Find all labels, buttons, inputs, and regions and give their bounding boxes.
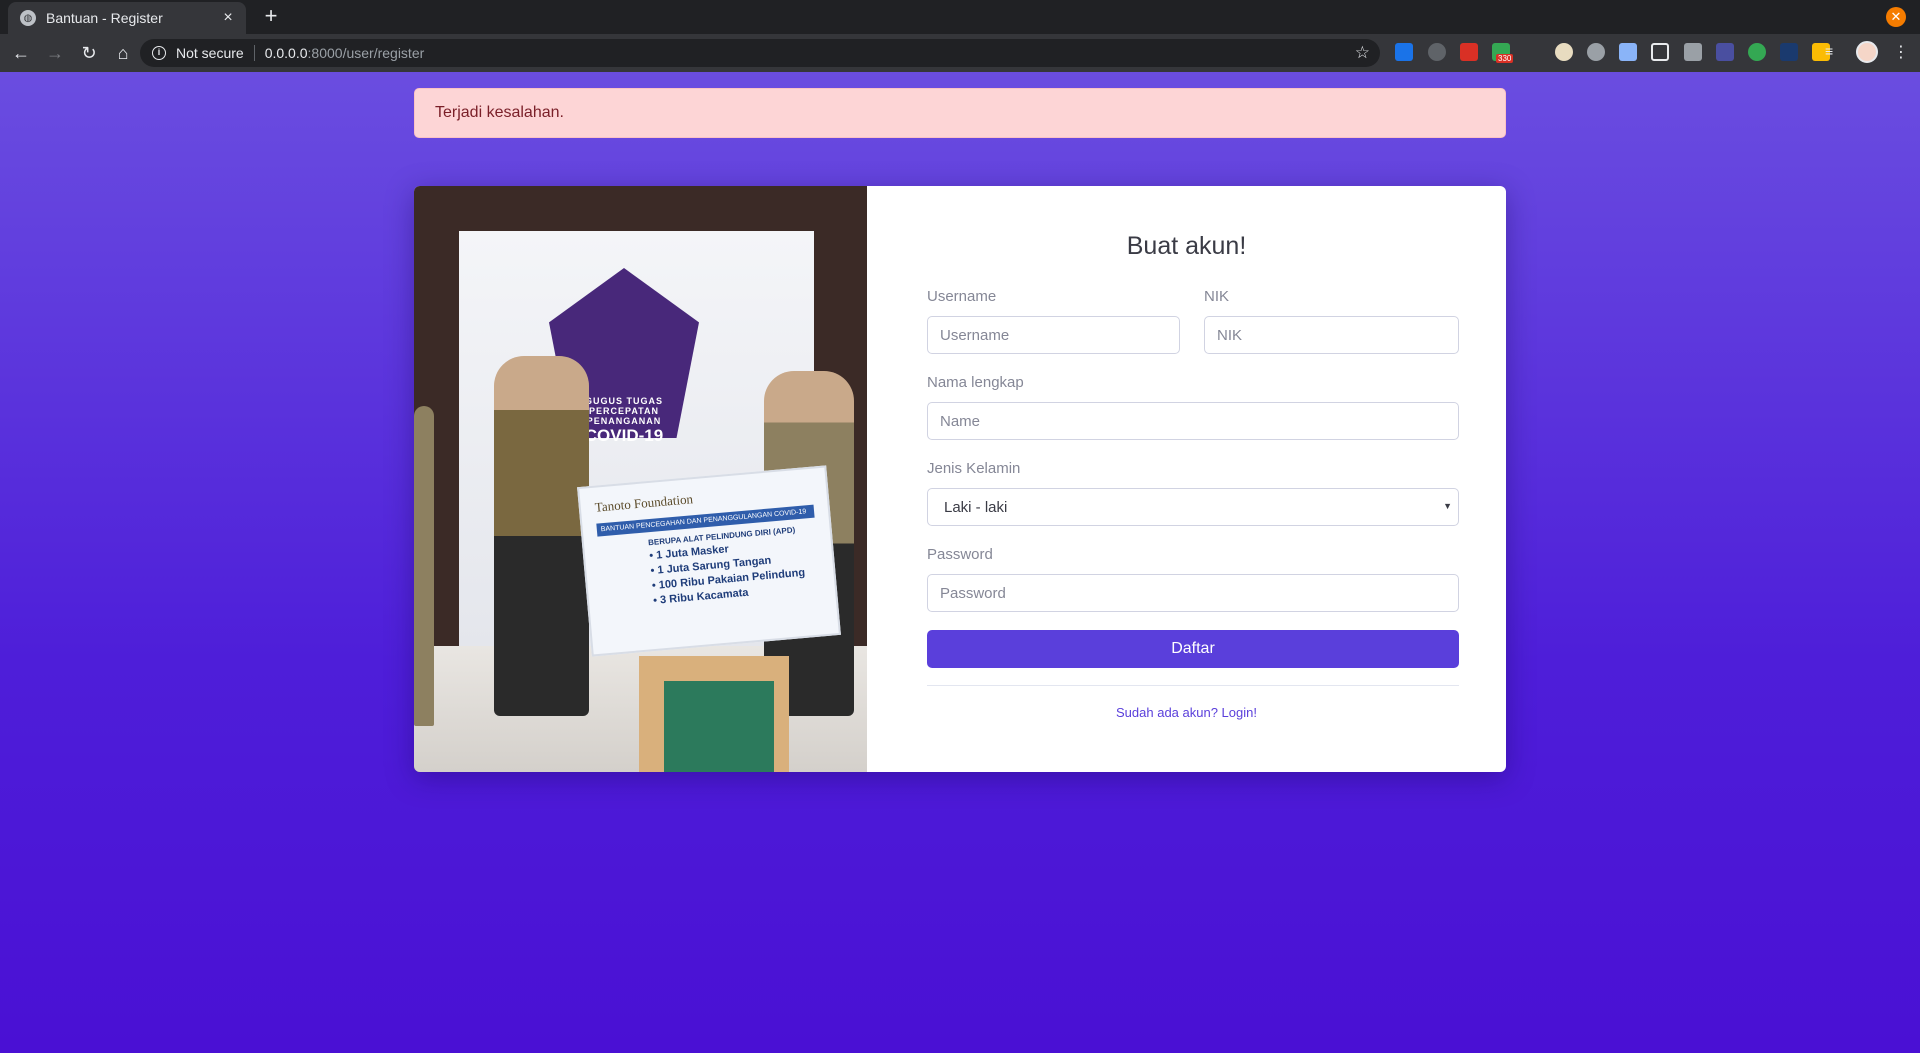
home-icon[interactable]: ⌂ [110, 40, 136, 66]
menu-icon[interactable]: ⋮ [1893, 42, 1909, 62]
security-label: Not secure [176, 45, 244, 61]
page-background: Terjadi kesalahan. GUGUS TUGAS PERCEPATA… [0, 72, 1920, 1053]
extension-eye-icon[interactable] [1748, 43, 1766, 61]
extension-php-icon[interactable] [1716, 43, 1734, 61]
name-input[interactable] [927, 402, 1459, 440]
browser-tab[interactable]: ◍ Bantuan - Register × [8, 2, 246, 34]
extension-pen-icon[interactable] [1619, 43, 1637, 61]
address-bar[interactable]: i Not secure 0.0.0.0:8000/user/register … [140, 39, 1380, 67]
emblem-title: GUGUS TUGAS PERCEPATAN PENANGANAN [584, 396, 663, 426]
browser-tab-bar: ◍ Bantuan - Register × + ✕ [0, 0, 1920, 34]
globe-icon: ◍ [20, 10, 36, 26]
form-title: Buat akun! [1126, 232, 1247, 260]
username-label: Username [927, 288, 997, 305]
extension-crop-icon[interactable] [1651, 43, 1669, 61]
error-alert: Terjadi kesalahan. [414, 88, 1506, 138]
person-left [494, 356, 589, 716]
extension-terminal-icon[interactable] [1780, 43, 1798, 61]
caret-down-icon: ▼ [1443, 501, 1452, 511]
reading-list-icon[interactable]: ≡ [1825, 43, 1843, 61]
info-icon[interactable]: i [152, 46, 166, 60]
extension-camera-icon[interactable] [1684, 43, 1702, 61]
extension-badge: 330 [1496, 54, 1514, 63]
forward-icon[interactable]: → [42, 40, 68, 66]
form-divider [927, 685, 1459, 686]
tab-title: Bantuan - Register [46, 10, 163, 26]
new-tab-button[interactable]: + [259, 5, 283, 29]
nik-input[interactable] [1204, 316, 1459, 354]
url-host: 0.0.0.0 [264, 45, 308, 61]
reload-icon[interactable]: ↻ [76, 40, 102, 66]
gender-select[interactable]: Laki - laki ▼ [927, 488, 1459, 526]
nik-label: NIK [1204, 288, 1230, 305]
register-form: Buat akun! Username NIK Nama lengkap Jen… [867, 186, 1506, 772]
extension-react-icon[interactable] [1428, 43, 1446, 61]
register-button[interactable]: Daftar [927, 630, 1459, 668]
divider [253, 45, 255, 61]
gender-value: Laki - laki [944, 498, 1008, 516]
window-close-button[interactable]: ✕ [1886, 7, 1906, 27]
profile-avatar[interactable] [1856, 41, 1878, 63]
box-label [664, 681, 774, 772]
bookmark-star-icon[interactable]: ☆ [1355, 43, 1370, 63]
register-card: GUGUS TUGAS PERCEPATAN PENANGANAN COVID-… [414, 186, 1506, 772]
login-link[interactable]: Sudah ada akun? Login! [867, 705, 1506, 720]
donation-sign: Tanoto Foundation BANTUAN PENCEGAHAN DAN… [577, 465, 841, 657]
extension-cookie-icon[interactable] [1555, 43, 1573, 61]
extension-s-icon[interactable] [1395, 43, 1413, 61]
hero-photo: GUGUS TUGAS PERCEPATAN PENANGANAN COVID-… [414, 186, 867, 772]
password-input[interactable] [927, 574, 1459, 612]
url-path: :8000/user/register [307, 45, 425, 61]
extension-shield-icon[interactable] [1460, 43, 1478, 61]
username-input[interactable] [927, 316, 1180, 354]
password-label: Password [927, 546, 993, 563]
name-label: Nama lengkap [927, 374, 1024, 391]
person-edge [414, 406, 434, 726]
extension-globe-icon[interactable] [1587, 43, 1605, 61]
alert-message: Terjadi kesalahan. [435, 104, 564, 121]
back-icon[interactable]: ← [8, 40, 34, 66]
gender-label: Jenis Kelamin [927, 460, 1021, 477]
tab-close-icon[interactable]: × [220, 9, 236, 27]
